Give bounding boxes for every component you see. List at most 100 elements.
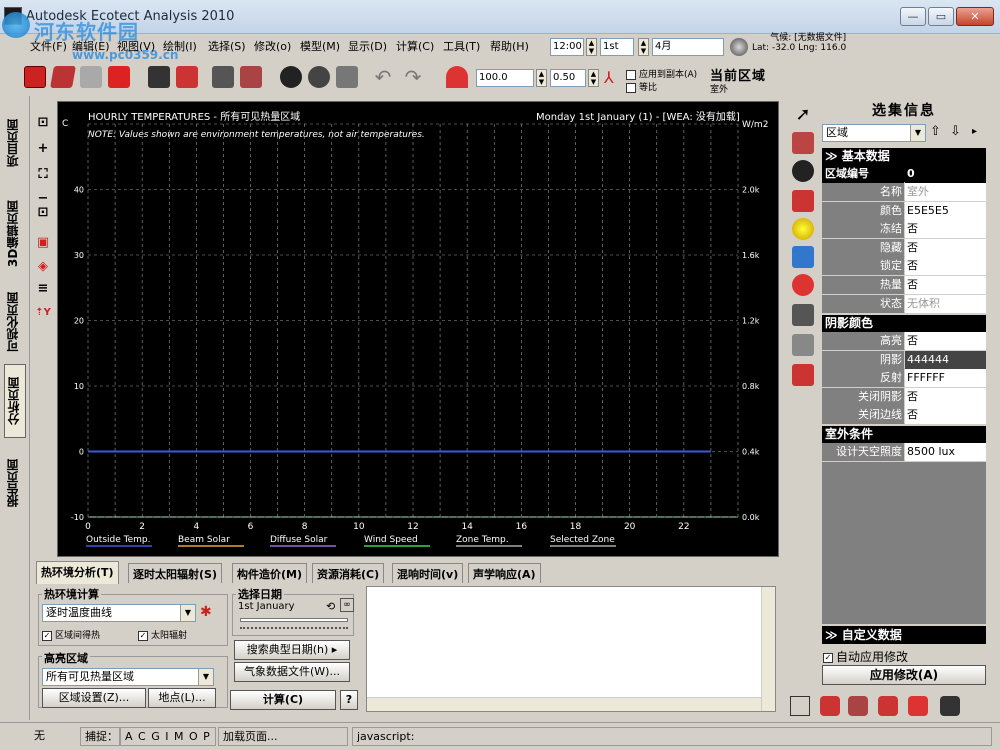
tab-3d-editor-page[interactable]: 3D编辑页面 (4, 190, 26, 278)
move-up-icon[interactable]: ⇧ (930, 124, 941, 139)
tab-reverberation[interactable]: 混响时间(v) (392, 563, 464, 583)
link-tool-icon[interactable] (792, 334, 814, 356)
menu-display[interactable]: 显示(D) (348, 38, 387, 54)
auto-apply-checkbox[interactable]: ✓ 自动应用修改 (823, 648, 908, 665)
snap-flags[interactable]: A C G I M O P (120, 727, 216, 746)
new-object-icon[interactable] (24, 66, 46, 88)
front-view-icon[interactable] (908, 696, 928, 716)
zone-tool-icon[interactable] (792, 132, 814, 154)
value1-field[interactable]: 100.0 (476, 69, 534, 87)
print-chart-icon[interactable]: ⊡ (34, 114, 52, 132)
undo-icon[interactable]: ↶ (372, 66, 394, 88)
value2-spinner[interactable]: ▲ ▼ (588, 69, 599, 87)
point-tool-icon[interactable] (792, 274, 814, 296)
basic-data-section[interactable]: ≫ 基本数据 (822, 148, 986, 165)
calc-settings-icon[interactable]: ✱ (200, 604, 212, 620)
basic-property-value[interactable]: 室外 (905, 183, 986, 201)
menu-draw[interactable]: 绘制(I) (163, 38, 197, 54)
sun-tool-icon[interactable] (792, 218, 814, 240)
perspective-icon[interactable] (820, 696, 840, 716)
pan-icon[interactable] (308, 66, 330, 88)
outdoor-conditions-section[interactable]: 室外条件 (822, 426, 986, 443)
infinity-icon[interactable]: ∞ (340, 598, 354, 612)
zone-color-icon[interactable]: ▣ (34, 234, 52, 252)
outdoor-property-value[interactable]: 8500 lux (905, 443, 986, 461)
menu-calculate[interactable]: 计算(C) (396, 38, 434, 54)
link-icon[interactable]: ⟲ (326, 600, 335, 613)
maximize-button[interactable]: ▭ (928, 7, 954, 26)
shadow-property-value[interactable]: 否 (905, 387, 986, 406)
print-icon[interactable] (108, 66, 130, 88)
apply-changes-button[interactable]: 应用修改(A) (822, 665, 986, 685)
help-button[interactable]: ? (340, 690, 358, 710)
menu-model[interactable]: 模型(M) (300, 38, 340, 54)
day-field[interactable]: 1st (600, 38, 634, 56)
save-icon[interactable] (80, 66, 102, 88)
month-select[interactable]: 4月 (652, 38, 724, 56)
basic-property-value[interactable]: 否 (905, 257, 986, 276)
value1-spinner[interactable]: ▲ ▼ (536, 69, 547, 87)
time-field[interactable]: 12:00 (550, 38, 584, 56)
side-view-icon[interactable] (878, 696, 898, 716)
shadow-property-value[interactable]: FFFFFF (905, 369, 986, 388)
render-icon[interactable] (176, 66, 198, 88)
basic-property-value[interactable]: 否 (905, 276, 986, 294)
redo-icon[interactable]: ↷ (402, 66, 424, 88)
location-button[interactable]: 地点(L)... (148, 688, 216, 708)
tab-analysis-page[interactable]: 分析页面 (4, 364, 26, 438)
menu-select[interactable]: 选择(S) (208, 38, 246, 54)
shadow-property-value[interactable]: 444444 (905, 350, 986, 369)
selection-type-select[interactable]: 区域 ▼ (822, 124, 926, 142)
menu-modify[interactable]: 修改(o) (254, 38, 291, 54)
tab-visualization-page[interactable]: 可视化页面 (4, 282, 26, 362)
fit-icon[interactable]: ⛶ (34, 166, 52, 184)
menu-file[interactable]: 文件(F) (30, 38, 67, 54)
magnet-icon[interactable] (446, 66, 468, 88)
day-spinner[interactable]: ▲ ▼ (638, 38, 649, 56)
value2-field[interactable]: 0.50 (550, 69, 586, 87)
highlight-select[interactable]: 所有可见热量区域 ▼ (42, 668, 214, 686)
calculate-button[interactable]: 计算(C) (230, 690, 336, 710)
tab-resource-consumption[interactable]: 资源消耗(C) (312, 563, 385, 583)
globe-icon[interactable] (730, 38, 748, 56)
basic-property-value[interactable]: E5E5E5 (905, 201, 986, 220)
select-pointer-icon[interactable]: ➚ (792, 104, 814, 126)
shade-icon[interactable] (212, 66, 234, 88)
list-icon[interactable]: ≡ (34, 280, 52, 298)
capture-icon[interactable]: ⊡ (34, 204, 52, 222)
tab-report-page[interactable]: 报告页面 (4, 446, 26, 520)
basic-property-value[interactable]: 否 (905, 220, 986, 239)
solar-checkbox[interactable]: ✓ 太阳辐射 (138, 628, 187, 641)
menu-view[interactable]: 视图(V) (117, 38, 155, 54)
tab-hourly-solar[interactable]: 逐时太阳辐射(S) (128, 563, 222, 583)
zone-settings-button[interactable]: 区域设置(Z)... (42, 688, 146, 708)
basic-property-value[interactable]: 无体积 (905, 294, 986, 313)
calc-type-select[interactable]: 逐时温度曲线 ▼ (42, 604, 196, 622)
results-output-area[interactable] (366, 586, 776, 712)
orbit-icon[interactable] (280, 66, 302, 88)
shadow-property-value[interactable]: 否 (905, 406, 986, 425)
export-tool-icon[interactable] (792, 364, 814, 386)
display-icon[interactable] (148, 66, 170, 88)
move-down-icon[interactable]: ⇩ (950, 124, 961, 139)
search-typical-day-button[interactable]: 搜索典型日期(h) ▸ (234, 640, 350, 660)
axis-icon[interactable]: ⅄ (604, 68, 614, 87)
custom-data-section[interactable]: ≫ 自定义数据 (822, 626, 986, 644)
bin-icon[interactable] (792, 304, 814, 326)
tab-element-cost[interactable]: 构件造价(M) (232, 563, 308, 583)
menu-tools[interactable]: 工具(T) (443, 38, 480, 54)
output-hscrollbar[interactable] (367, 697, 761, 711)
next-icon[interactable]: ▸ (972, 126, 977, 137)
time-spinner[interactable]: ▲ ▼ (586, 38, 597, 56)
close-button[interactable]: ✕ (956, 7, 994, 26)
basic-property-value[interactable]: 否 (905, 238, 986, 257)
top-view-icon[interactable] (848, 696, 868, 716)
layer-icon[interactable]: ◈ (34, 258, 52, 276)
output-scrollbar[interactable] (761, 587, 775, 711)
zone-heat-checkbox[interactable]: ✓ 区域间得热 (42, 628, 100, 641)
shadow-color-section[interactable]: 阴影颜色 (822, 315, 986, 332)
zoom-in-icon[interactable]: + (34, 140, 52, 158)
weather-file-button[interactable]: 气象数据文件(W)... (234, 662, 350, 682)
axis-y-icon[interactable]: ⇡Y (34, 304, 52, 322)
open-icon[interactable] (50, 66, 76, 88)
